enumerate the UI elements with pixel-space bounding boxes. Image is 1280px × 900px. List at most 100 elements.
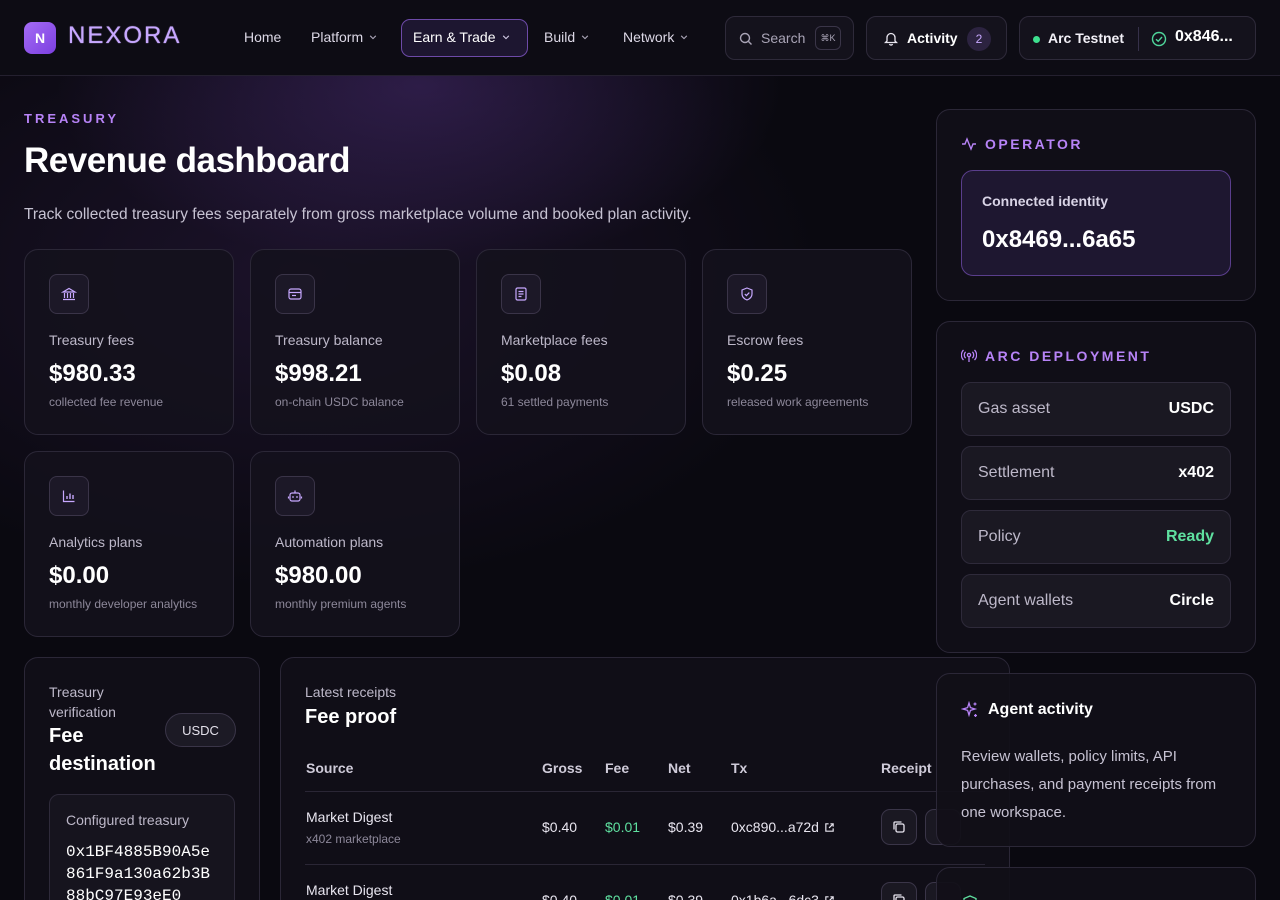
treasury-address: 0x1BF4885B90A5e 861F9a130a62b3B 88bC97E9… [66,841,210,900]
row-source: Market Digest [306,809,393,825]
card-title: Fee [49,725,84,747]
stat-label: Automation plans [275,534,384,550]
top-navigation: N NEXORA Home Platform Earn & Trade Buil… [0,0,1280,76]
operator-title: OPERATOR [961,136,1083,152]
shield-icon [963,895,977,900]
deployment-value-status: Ready [1165,528,1214,545]
stat-value: $998.21 [275,360,362,387]
nav-home[interactable]: Home [244,29,281,45]
fee-proof-card: Latest receipts Fee proof Source Gross F… [280,657,1010,900]
row-tx-hash: 0xc890...a72d [731,819,819,835]
stat-card-treasury-fees: Treasury fees $980.33 collected fee reve… [24,249,234,435]
stat-value: $980.33 [49,360,136,387]
description-line: one workspace. [961,804,1067,821]
deployment-title: ARC DEPLOYMENT [961,348,1151,364]
deployment-key: Gas asset [978,400,1051,417]
nav-home-label: Home [244,29,282,45]
broadcast-icon [961,349,977,362]
nav-platform[interactable]: Platform [311,29,377,45]
deployment-key: Policy [978,528,1021,545]
operator-title-label: OPERATOR [985,136,1084,152]
copy-icon [893,894,905,900]
bar-chart-icon [49,476,89,516]
deployment-value: x402 [1178,464,1214,481]
logo-letter: N [34,30,46,46]
card-eyebrow: Treasury [49,684,104,700]
identity-value: 0x8469...6a65 [982,226,1136,253]
stat-caption: monthly developer analytics [49,597,198,611]
logo-badge[interactable]: N [24,22,56,54]
treasury-verification-card: Treasury verification Fee destination US… [24,657,260,900]
stat-value: $0.00 [49,562,110,589]
stat-card-marketplace-fees: Marketplace fees $0.08 61 settled paymen… [476,249,686,435]
chevron-down-icon [369,35,377,40]
row-fee: $0.01 [605,819,641,835]
activity-pulse-icon [962,137,976,151]
row-tx-link[interactable]: 0x1b6a...6dc3 [731,892,835,900]
currency-chip: USDC [165,713,236,747]
section-eyebrow: TREASURY [24,111,120,126]
agent-activity-header: Agent activity [961,701,1093,719]
nav-platform-label: Platform [311,29,364,45]
stat-card-treasury-balance: Treasury balance $998.21 on-chain USDC b… [250,249,460,435]
stat-value: $980.00 [275,562,362,589]
column-header-fee: Fee [605,760,630,776]
configured-treasury-label: Configured treasury [66,812,189,828]
nav-network[interactable]: Network [623,29,688,45]
chevron-down-icon [681,35,688,40]
stat-card-escrow-fees: Escrow fees $0.25 released work agreemen… [702,249,912,435]
identity-label: Connected identity [982,193,1109,209]
column-header-receipt: Receipt [881,760,932,776]
stat-value: $0.08 [501,360,562,387]
stat-value: $0.25 [727,360,788,387]
bot-icon [275,476,315,516]
next-card-partial [936,867,1256,900]
operator-card: OPERATOR Connected identity 0x8469...6a6… [936,109,1256,301]
nav-build-label: Build [544,29,576,45]
copy-receipt-button[interactable] [881,882,917,900]
shield-check-icon [727,274,767,314]
card-title: destination [49,753,156,775]
card-title: Fee proof [305,706,397,728]
nav-build[interactable]: Build [544,29,589,45]
agent-activity-card[interactable]: Agent activity Review wallets, policy li… [936,673,1256,847]
table-divider [305,864,985,865]
deployment-row-agent-wallets: Agent wallets Circle [961,574,1231,628]
description-line: Review wallets, policy limits, API [961,748,1177,765]
description-line: purchases, and payment receipts from [961,776,1217,793]
row-gross: $0.40 [542,819,578,835]
activity-count-badge: 2 [967,27,991,51]
copy-icon [893,821,905,833]
column-header-gross: Gross [542,760,583,776]
stat-label: Marketplace fees [501,332,608,348]
network-status-dot [1033,36,1040,43]
brand-wordmark[interactable]: NEXORA [68,22,181,50]
search-shortcut-badge: ⌘K [815,26,841,50]
stat-label: Treasury fees [49,332,135,348]
copy-receipt-button[interactable] [881,809,917,845]
sparkles-icon [961,701,978,718]
card-eyebrow: verification [49,704,116,720]
row-tx-link[interactable]: 0xc890...a72d [731,819,835,835]
wallet-address-short: 0x846... [1175,28,1233,45]
stat-caption: monthly premium agents [275,597,407,611]
activity-button[interactable]: Activity 2 [866,16,1007,60]
chevron-down-icon [502,35,509,40]
agent-activity-description: Review wallets, policy limits, API purch… [961,743,1216,827]
row-source-sub: x402 marketplace [306,832,401,846]
row-net: $0.39 [668,892,704,900]
receipt-icon [501,274,541,314]
stat-card-automation-plans: Automation plans $980.00 monthly premium… [250,451,460,637]
search-button[interactable]: Search ⌘K [725,16,854,60]
address-line: 88bC97E93eE0 [66,887,182,900]
network-wallet-button[interactable]: Arc Testnet 0x846... [1019,16,1256,60]
nav-earn-trade[interactable]: Earn & Trade [413,29,510,45]
stat-caption: 61 settled payments [501,395,609,409]
column-header-source: Source [306,760,354,776]
page-subtitle: Track collected treasury fees separately… [24,206,692,223]
stat-caption: on-chain USDC balance [275,395,404,409]
row-net: $0.39 [668,819,704,835]
deployment-row-policy: Policy Ready [961,510,1231,564]
deployment-key: Agent wallets [978,592,1074,609]
deployment-value: USDC [1168,400,1214,417]
